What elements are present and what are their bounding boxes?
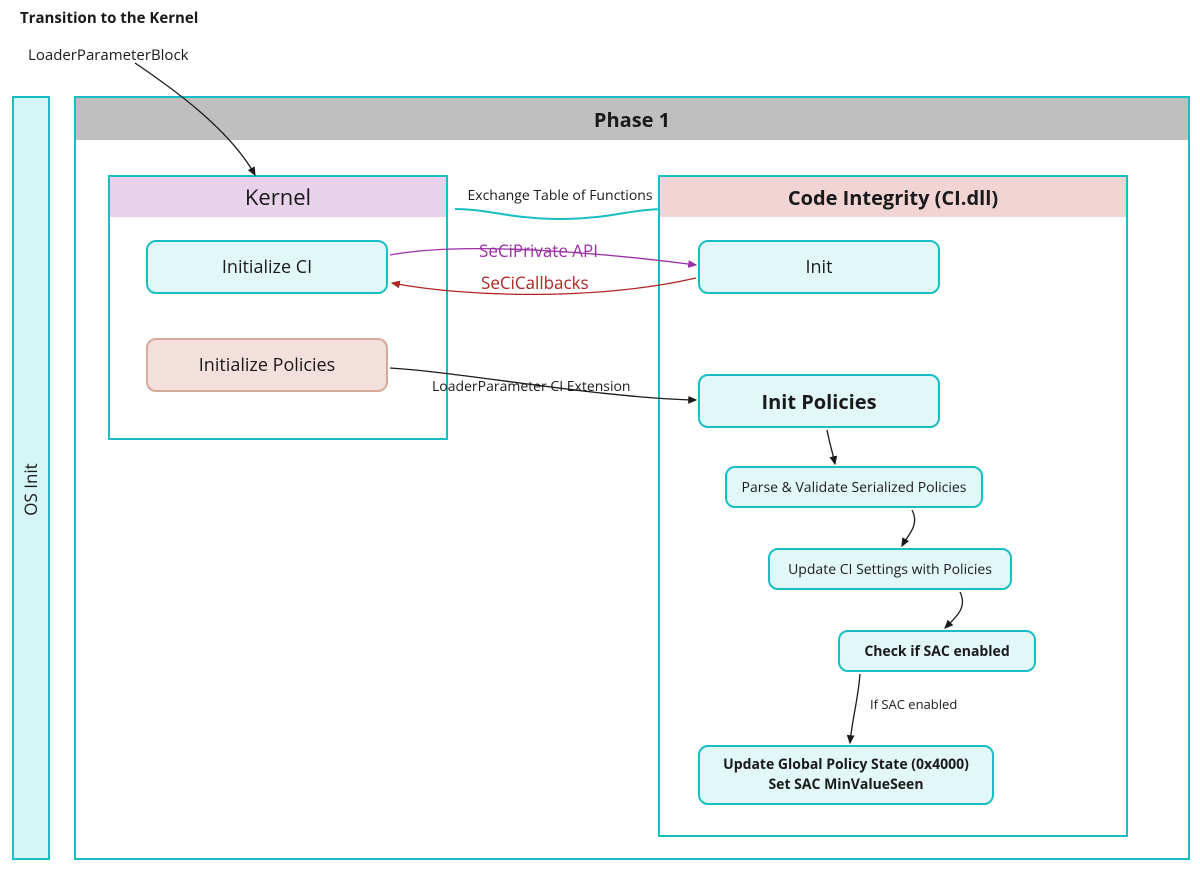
loader-ci-extension-label: LoaderParameter CI Extension [432, 377, 631, 396]
ci-update-global-node: Update Global Policy State (0x4000) Set … [698, 745, 994, 805]
ci-parse-validate-node: Parse & Validate Serialized Policies [725, 466, 983, 508]
code-integrity-header: Code Integrity (CI.dll) [660, 177, 1126, 217]
seci-callbacks-label: SeCiCallbacks [481, 271, 589, 294]
os-init-label: OS Init [19, 463, 42, 516]
kernel-header: Kernel [110, 177, 446, 217]
ci-init-policies-node: Init Policies [698, 374, 940, 428]
ci-update-global-line-1: Update Global Policy State (0x4000) [723, 755, 969, 775]
initialize-ci-node: Initialize CI [146, 240, 388, 294]
ci-update-global-line-2: Set SAC MinValueSeen [768, 775, 923, 795]
diagram-title: Transition to the Kernel [20, 8, 198, 28]
os-init-box: OS Init [12, 96, 50, 860]
ci-check-sac-node: Check if SAC enabled [838, 630, 1036, 672]
initialize-policies-node: Initialize Policies [146, 338, 388, 392]
seci-private-api-label: SeCiPrivate API [479, 239, 598, 262]
exchange-table-label: Exchange Table of Functions [455, 186, 665, 205]
ci-init-node: Init [698, 240, 940, 294]
ci-update-settings-node: Update CI Settings with Policies [768, 548, 1012, 590]
phase-1-header: Phase 1 [76, 98, 1188, 140]
loader-parameter-block-label: LoaderParameterBlock [28, 45, 189, 65]
if-sac-enabled-label: If SAC enabled [870, 695, 957, 713]
